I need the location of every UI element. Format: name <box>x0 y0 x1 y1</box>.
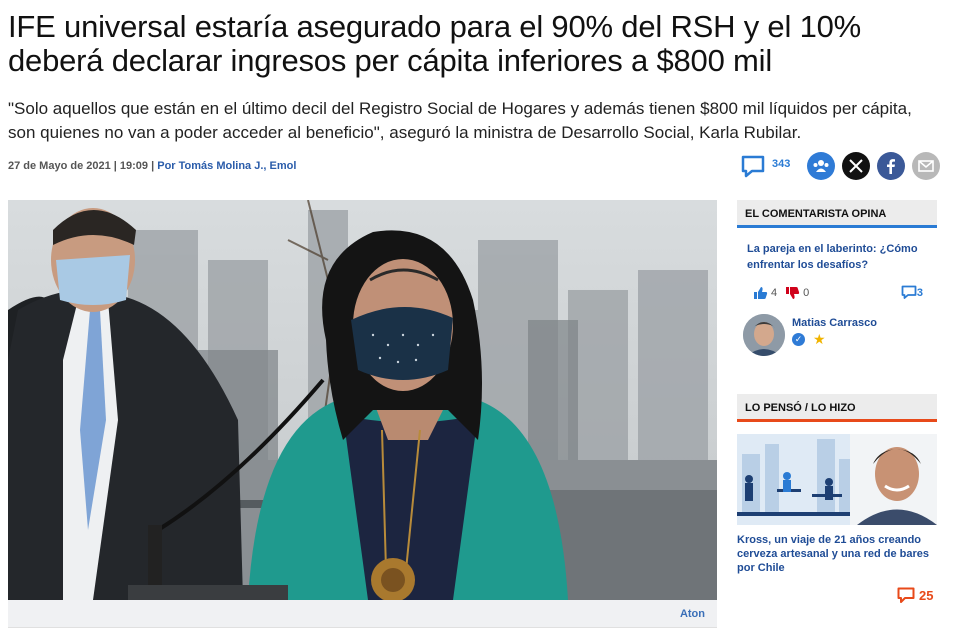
opina-votes: 4 0 3 <box>753 285 923 300</box>
comment-icon <box>901 285 917 299</box>
opina-comments-count: 3 <box>916 286 923 299</box>
opina-article-link[interactable]: La pareja en el laberinto: ¿Cómo enfrent… <box>747 241 932 273</box>
penso-article-image[interactable] <box>737 434 937 525</box>
avatar-photo <box>743 314 785 356</box>
article-photo[interactable] <box>8 200 717 600</box>
thumbs-down-icon <box>786 286 800 299</box>
dislike-button[interactable]: 0 <box>785 286 809 300</box>
article-headline: IFE universal estaría asegurado para el … <box>8 9 862 78</box>
press-conference-photo <box>8 200 717 600</box>
mail-share-button[interactable] <box>912 152 941 180</box>
author-name-link[interactable]: Matias Carrasco <box>792 317 877 329</box>
verified-icon: ✓ <box>792 333 805 346</box>
dislikes-count: 0 <box>803 286 810 299</box>
article-subhead: "Solo aquellos que están en el último de… <box>8 99 912 142</box>
facebook-icon <box>887 159 896 174</box>
sidebar-penso-header: LO PENSÓ / LO HIZO <box>737 394 937 422</box>
author-avatar[interactable] <box>743 314 785 356</box>
community-share-button[interactable] <box>807 152 836 180</box>
comments-count: 343 <box>772 158 791 170</box>
comments-link[interactable]: 343 <box>740 154 790 178</box>
x-share-button[interactable] <box>842 152 871 180</box>
likes-count: 4 <box>771 286 778 299</box>
penso-article-link[interactable]: Kross, un viaje de 21 años creando cerve… <box>737 533 937 575</box>
like-button[interactable]: 4 <box>753 286 777 300</box>
author-badges: ✓ ★ <box>792 331 826 347</box>
illustration-portrait-image <box>737 434 937 525</box>
comment-icon <box>897 587 915 603</box>
comment-icon <box>741 155 765 178</box>
share-bar: 343 <box>740 152 941 180</box>
community-icon <box>813 160 829 172</box>
article-date: 27 de Mayo de 2021 | 19:09 | <box>8 160 158 172</box>
facebook-share-button[interactable] <box>877 152 906 180</box>
opina-comments-link[interactable]: 3 <box>901 285 923 300</box>
mail-icon <box>918 160 935 172</box>
thumbs-up-icon <box>754 286 768 299</box>
photo-credit: Aton <box>679 608 705 620</box>
penso-comments-link[interactable]: 25 <box>897 587 933 604</box>
penso-comments-count: 25 <box>919 588 934 603</box>
photo-caption: Aton <box>8 600 717 628</box>
star-icon: ★ <box>813 331 826 347</box>
x-icon <box>849 159 864 173</box>
article-byline: 27 de Mayo de 2021 | 19:09 | Por Tomás M… <box>8 160 296 172</box>
article-author-link[interactable]: Por Tomás Molina J., Emol <box>157 160 296 172</box>
sidebar-opina-header: EL COMENTARISTA OPINA <box>737 200 937 228</box>
